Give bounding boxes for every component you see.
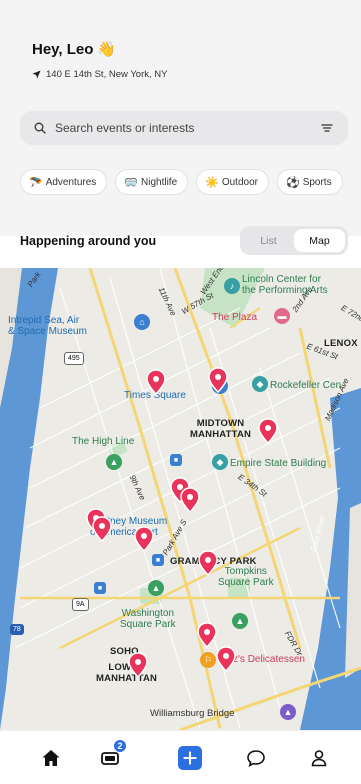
map-label-high-line: The High Line (72, 436, 135, 447)
location-text: 140 E 14th St, New York, NY (46, 69, 168, 80)
chip-adventures[interactable]: 🪂 Adventures (20, 169, 108, 195)
landmark-icon: ◆ (252, 376, 268, 392)
park-icon: ▲ (148, 580, 164, 596)
map-label-intrepid: Intrepid Sea, Air & Space Museum (8, 315, 87, 337)
chip-nightlife[interactable]: 🥽 Nightlife (115, 169, 189, 195)
event-pin[interactable] (134, 526, 154, 552)
greeting-text: Hey, Leo (32, 40, 94, 58)
map-view[interactable]: Lincoln Center for the Performing Arts ♪… (0, 268, 361, 730)
goggles-icon: 🥽 (124, 176, 138, 189)
park-icon: ▲ (106, 454, 122, 470)
tickets-badge: 2 (113, 739, 127, 753)
route-shield-78: 78 (10, 624, 24, 635)
transit-icon: ■ (170, 454, 182, 466)
tab-messages[interactable] (243, 745, 269, 771)
chip-label: Sports (302, 176, 332, 188)
event-pin[interactable] (128, 652, 148, 678)
route-shield-495: 495 (64, 352, 84, 365)
map-label-williamsburg: Williamsburg Bridge (150, 708, 235, 719)
transit-icon: ■ (152, 554, 164, 566)
event-pin[interactable] (258, 418, 278, 444)
tab-profile[interactable] (306, 745, 332, 771)
museum-icon: ⌂ (134, 314, 150, 330)
map-label-rockefeller: Rockefeller Cen (270, 380, 342, 391)
parachute-icon: 🪂 (29, 176, 43, 189)
transit-icon: ■ (94, 582, 106, 594)
view-toggle: List Map (240, 226, 348, 255)
plus-icon (183, 751, 197, 765)
chip-sports[interactable]: ⚽ Sports (276, 169, 343, 195)
soccer-ball-icon: ⚽ (285, 176, 300, 189)
route-shield-9a: 9A (72, 598, 89, 611)
building-icon: ◆ (212, 454, 228, 470)
park-icon: ▲ (232, 613, 248, 629)
map-label-tompkins: Tompkins Square Park (218, 566, 274, 588)
event-pin[interactable] (198, 550, 218, 576)
wave-emoji: 👋 (97, 41, 117, 58)
category-chips: 🪂 Adventures 🥽 Nightlife ☀️ Outdoor ⚽ Sports (20, 169, 361, 195)
toggle-list[interactable]: List (243, 229, 294, 252)
theater-icon: ♪ (224, 278, 240, 294)
tab-create[interactable] (178, 746, 202, 770)
filter-icon[interactable] (320, 121, 334, 135)
person-icon (311, 750, 327, 767)
toggle-map[interactable]: Map (294, 229, 345, 252)
search-input[interactable] (55, 121, 320, 135)
chat-bubble-icon (247, 750, 265, 768)
bottom-tab-bar: 2 (0, 730, 361, 784)
chip-outdoor[interactable]: ☀️ Outdoor (196, 169, 269, 195)
location-arrow-icon (32, 70, 41, 79)
current-location[interactable]: 140 E 14th St, New York, NY (32, 69, 167, 80)
event-pin[interactable] (92, 516, 112, 542)
tab-home[interactable] (38, 745, 64, 771)
section-title: Happening around you (20, 234, 157, 248)
map-label-midtown: MIDTOWN MANHATTAN (190, 418, 252, 440)
hotel-icon: ▬ (274, 308, 290, 324)
chip-label: Outdoor (221, 176, 258, 188)
search-bar[interactable] (20, 111, 348, 145)
event-pin[interactable] (208, 367, 228, 393)
event-pin[interactable] (197, 622, 217, 648)
search-icon (34, 122, 46, 134)
event-pin[interactable] (216, 646, 236, 672)
home-icon (42, 750, 60, 766)
header: Hey, Leo 👋 140 E 14th St, New York, NY 🪂… (0, 0, 361, 236)
chip-label: Nightlife (141, 176, 178, 188)
map-label-empire: Empire State Building (230, 458, 327, 469)
map-label-washington: Washington Square Park (120, 608, 176, 630)
chip-label: Adventures (45, 176, 97, 188)
greeting: Hey, Leo 👋 (32, 40, 117, 59)
sun-icon: ☀️ (205, 176, 219, 189)
restaurant-icon: ⚐ (200, 652, 216, 668)
map-label-plaza: The Plaza (212, 312, 258, 323)
tab-tickets[interactable]: 2 (97, 739, 127, 771)
event-pin[interactable] (146, 369, 166, 395)
bridge-icon: ▲ (280, 704, 296, 720)
map-label-lincoln: Lincoln Center for the Performing Arts (242, 274, 328, 296)
event-pin[interactable] (180, 487, 200, 513)
